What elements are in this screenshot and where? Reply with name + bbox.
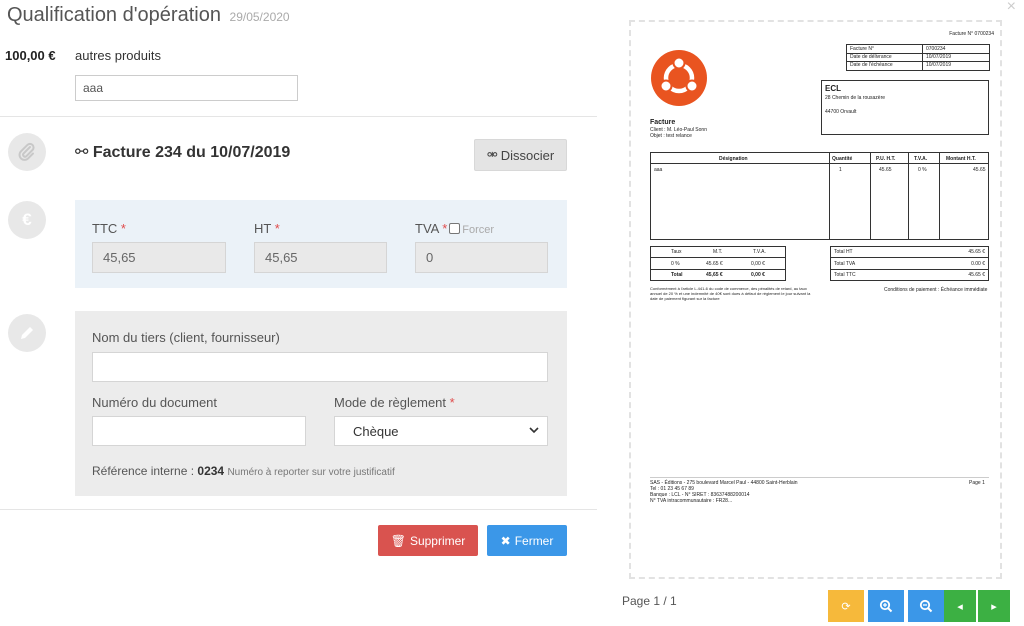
payment-mode-select[interactable]: Chèque xyxy=(334,416,548,446)
zoom-out-button[interactable] xyxy=(908,590,944,622)
close-icon[interactable]: × xyxy=(1007,0,1016,16)
caret-left-icon: ◂ xyxy=(957,600,963,613)
tva-input[interactable]: 0 xyxy=(415,242,548,273)
operation-summary: 100,00 € autres produits xyxy=(5,48,161,63)
modal-date: 29/05/2020 xyxy=(229,10,290,24)
pdf-object-line: Objet : test relance xyxy=(650,133,692,139)
pdf-items-table: Désignation Quantité P.U. H.T. T.V.A. Mo… xyxy=(650,152,989,240)
zoom-in-button[interactable] xyxy=(868,590,904,622)
trash-icon: 🗑 xyxy=(390,533,406,548)
pdf-footer-line4: N° TVA intracommunautaire : FR28... xyxy=(650,498,733,504)
description-input[interactable]: aaa xyxy=(75,75,298,101)
chevron-down-icon xyxy=(529,423,539,440)
ttc-input[interactable]: 45,65 xyxy=(92,242,226,273)
dissocier-button[interactable]: ⚮ Dissocier xyxy=(474,139,567,171)
rotate-icon: ⟳ xyxy=(841,600,851,613)
facture-title: ⚯ Facture 234 du 10/07/2019 xyxy=(75,142,290,162)
internal-reference-value: 0234 xyxy=(197,464,225,478)
unlink-icon: ⚮ xyxy=(486,147,498,162)
pdf-footer-page: Page 1 xyxy=(969,480,985,486)
modal-title: Qualification d'opération 29/05/2020 xyxy=(7,4,290,27)
forcer-label: Forcer xyxy=(462,224,495,236)
tiers-name-label: Nom du tiers (client, fournisseur) xyxy=(92,330,280,345)
dissocier-label: Dissocier xyxy=(500,147,555,163)
divider xyxy=(0,116,597,117)
page-indicator: Page 1 / 1 xyxy=(622,594,677,608)
times-icon: ✖ xyxy=(500,533,511,548)
close-button[interactable]: ✖ Fermer xyxy=(487,525,567,556)
delete-label: Supprimer xyxy=(409,533,466,548)
ttc-label: TTC * xyxy=(92,221,126,236)
zoom-out-icon xyxy=(919,599,933,613)
ht-input[interactable]: 45,65 xyxy=(254,242,387,273)
link-icon: ⚯ xyxy=(75,144,89,161)
modal-title-text: Qualification d'opération xyxy=(7,4,221,26)
pencil-icon xyxy=(8,314,46,352)
pdf-doc-type: Facture xyxy=(650,119,676,126)
payment-mode-label: Mode de règlement * xyxy=(334,395,455,410)
pdf-footer-rule xyxy=(650,477,989,478)
forcer-checkbox[interactable] xyxy=(449,223,461,234)
ht-label: HT * xyxy=(254,221,280,236)
euro-icon: € xyxy=(8,201,46,239)
pdf-totals-table: Total HT 45.65 € Total TVA 0.00 € Total … xyxy=(830,246,989,281)
pdf-legal-text: Conformément à l'article L.441-6 du code… xyxy=(650,286,811,301)
paperclip-icon xyxy=(8,133,46,171)
previous-page-button[interactable]: ◂ xyxy=(944,590,976,622)
caret-right-icon: ▸ xyxy=(991,600,997,613)
operation-amount: 100,00 € xyxy=(5,48,56,63)
internal-reference-hint: Numéro à reporter sur votre justificatif xyxy=(227,467,395,478)
pdf-meta-table: Facture N° 0700234 Date de délivrance 10… xyxy=(846,44,990,71)
doc-number-label: Numéro du document xyxy=(92,395,218,410)
tva-label: TVA * Forcer xyxy=(415,221,495,236)
tiers-name-input[interactable] xyxy=(92,352,548,382)
facture-title-text: Facture 234 du 10/07/2019 xyxy=(92,144,291,161)
payment-mode-value: Chèque xyxy=(353,424,399,439)
delete-button[interactable]: 🗑 Supprimer xyxy=(378,525,478,556)
doc-number-input[interactable] xyxy=(92,416,306,446)
pdf-tax-table: Taux M.T. T.V.A. 0 % 45.65 € 0,00 € Tota… xyxy=(650,246,786,281)
pdf-payment-conditions: Conditions de paiement : Échéance immédi… xyxy=(884,287,988,293)
zoom-in-icon xyxy=(879,599,893,613)
pdf-client-box: ECL 28 Chemin de la rousazère 44700 Orva… xyxy=(821,80,989,135)
rotate-button[interactable]: ⟳ xyxy=(828,590,864,622)
next-page-button[interactable]: ▸ xyxy=(978,590,1010,622)
ubuntu-logo-icon xyxy=(650,49,708,112)
document-preview[interactable]: Facture N° 0700234 Facture N° 0700234 Da… xyxy=(629,20,1002,579)
internal-reference: Référence interne : 0234 Numéro à report… xyxy=(92,464,395,478)
operation-product: autres produits xyxy=(75,48,161,63)
divider xyxy=(0,509,597,510)
pdf-header-number: Facture N° 0700234 xyxy=(949,31,994,37)
close-label: Fermer xyxy=(514,533,554,548)
